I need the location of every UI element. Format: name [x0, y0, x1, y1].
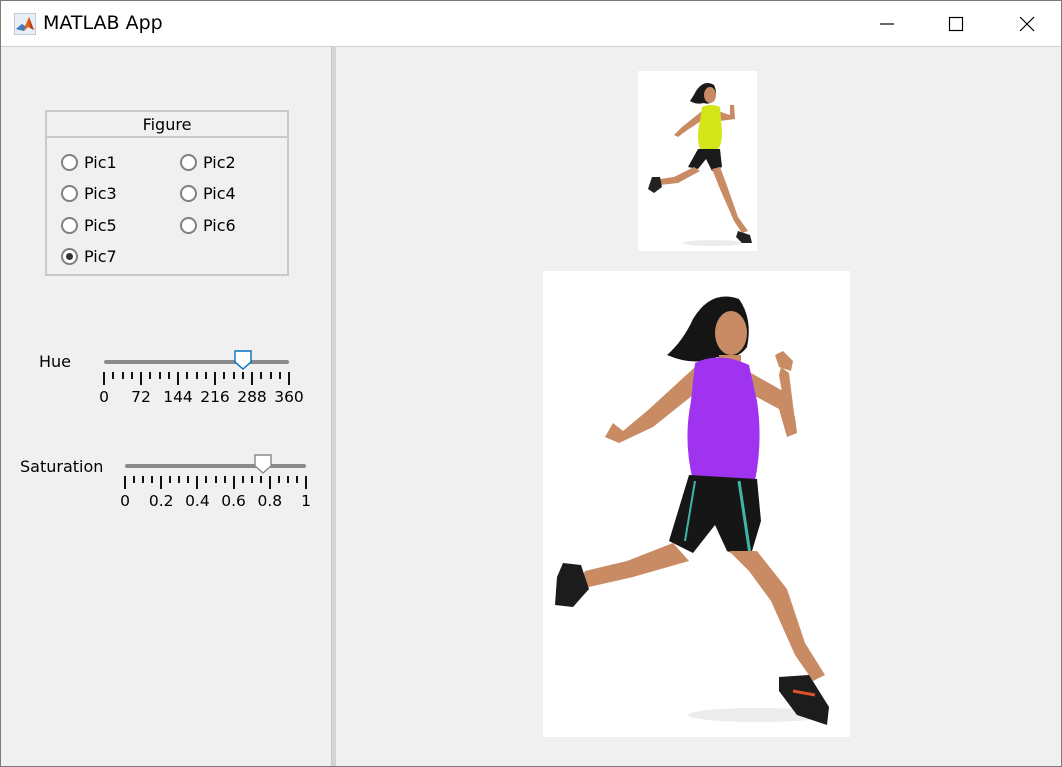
saturation_slider-tick	[295, 476, 298, 483]
saturation_slider-tick	[187, 476, 190, 483]
radio-pic6[interactable]: Pic6	[180, 216, 236, 235]
hue-label: Hue	[39, 352, 72, 371]
saturation_slider-tick	[124, 476, 126, 489]
saturation_slider-tick	[160, 476, 163, 489]
maximize-icon	[948, 16, 964, 31]
saturation_slider-tick-label: 0.6	[221, 492, 246, 510]
radio-indicator	[61, 217, 78, 234]
hue_slider-tick-label: 72	[131, 388, 151, 406]
saturation_slider-tick	[205, 476, 208, 483]
hue_slider-tick	[232, 372, 235, 379]
saturation-label: Saturation	[20, 457, 104, 476]
hue_slider-tick-label: 0	[99, 388, 109, 406]
hue_slider-tick	[269, 372, 272, 379]
original-image	[638, 71, 757, 251]
radio-indicator	[180, 217, 197, 234]
saturation_slider-tick	[277, 476, 280, 483]
hue_slider-tick	[195, 372, 198, 379]
runner-photo-original-icon	[638, 71, 757, 251]
hue_slider-tick	[177, 372, 179, 385]
title-bar: MATLAB App	[1, 1, 1061, 47]
hue_slider-tick	[223, 372, 226, 379]
hue_slider-tick	[241, 372, 244, 379]
radio-label: Pic4	[203, 184, 236, 203]
figure-group-title: Figure	[47, 112, 287, 138]
hue_slider-tick	[288, 372, 290, 385]
saturation_slider-thumb[interactable]	[253, 454, 272, 474]
radio-indicator	[180, 154, 197, 171]
saturation_slider-tick	[223, 476, 226, 483]
saturation_slider-tick	[250, 476, 253, 483]
hue_slider-track[interactable]	[104, 360, 289, 364]
hue_slider-tick	[149, 372, 152, 379]
saturation_slider-tick	[151, 476, 154, 483]
hue_slider-tick-label: 360	[274, 388, 304, 406]
radio-indicator	[180, 185, 197, 202]
hue_slider-tick-label: 288	[237, 388, 267, 406]
radio-pic4[interactable]: Pic4	[180, 184, 236, 203]
processed-image	[543, 271, 850, 737]
hue_slider-tick	[278, 372, 281, 379]
close-button[interactable]	[1004, 1, 1050, 46]
radio-pic5[interactable]: Pic5	[61, 216, 117, 235]
control-panel: Figure Pic1 Pic2 Pic3 Pic4 Pic5 Pic6 Pic…	[1, 47, 331, 766]
saturation_slider-tick	[133, 476, 136, 483]
radio-label: Pic1	[84, 153, 117, 172]
radio-label: Pic7	[84, 247, 117, 266]
app-window: MATLAB App Figure Pic1 Pic2 Pic3 Pic4 Pi…	[0, 0, 1062, 767]
radio-pic7[interactable]: Pic7	[61, 247, 117, 266]
hue_slider-tick	[214, 372, 216, 385]
hue_slider-tick	[121, 372, 124, 379]
minimize-button[interactable]	[864, 1, 910, 46]
saturation_slider-tick	[214, 476, 217, 483]
figure-button-group: Figure Pic1 Pic2 Pic3 Pic4 Pic5 Pic6 Pic…	[45, 110, 289, 276]
saturation_slider-tick	[142, 476, 145, 483]
window-title: MATLAB App	[43, 12, 163, 34]
saturation_slider-tick	[178, 476, 181, 483]
radio-pic1[interactable]: Pic1	[61, 153, 117, 172]
runner-photo-processed-icon	[543, 271, 850, 737]
saturation_slider-tick	[196, 476, 199, 489]
hue_slider-thumb[interactable]	[234, 350, 252, 370]
close-icon	[1019, 16, 1035, 31]
saturation_slider-tick-label: 1	[301, 492, 311, 510]
saturation_slider-tick	[286, 476, 289, 483]
hue_slider-tick-label: 144	[163, 388, 193, 406]
saturation_slider-tick	[305, 476, 307, 489]
hue_slider-tick	[158, 372, 161, 379]
saturation_slider-tick	[169, 476, 172, 483]
minimize-icon	[880, 22, 894, 25]
saturation_slider-tick-label: 0.8	[257, 492, 283, 510]
hue_slider-tick-label: 216	[200, 388, 230, 406]
hue_slider-tick	[251, 372, 253, 385]
saturation_slider-tick-label: 0.4	[185, 492, 210, 510]
radio-pic3[interactable]: Pic3	[61, 184, 117, 203]
hue_slider-tick	[186, 372, 189, 379]
hue_slider-tick	[103, 372, 105, 385]
radio-label: Pic2	[203, 153, 236, 172]
radio-label: Pic5	[84, 216, 117, 235]
hue_slider-tick	[130, 372, 133, 379]
saturation_slider-tick	[268, 476, 271, 489]
saturation_slider-tick	[259, 476, 262, 483]
saturation_slider-tick-label: 0	[120, 492, 130, 510]
saturation_slider-track[interactable]	[125, 464, 306, 468]
radio-indicator	[61, 248, 78, 265]
maximize-button[interactable]	[933, 1, 979, 46]
hue_slider-tick	[260, 372, 263, 379]
saturation_slider-tick	[232, 476, 235, 489]
image-panel	[336, 47, 1061, 766]
matlab-logo-icon	[14, 13, 36, 35]
radio-label: Pic6	[203, 216, 236, 235]
radio-indicator	[61, 154, 78, 171]
hue_slider-tick	[140, 372, 142, 385]
hue_slider-tick	[204, 372, 207, 379]
saturation_slider-tick-label: 0.2	[148, 492, 174, 510]
radio-pic2[interactable]: Pic2	[180, 153, 236, 172]
hue_slider-tick	[112, 372, 115, 379]
hue_slider-tick	[167, 372, 170, 379]
saturation_slider-tick	[241, 476, 244, 483]
radio-indicator	[61, 185, 78, 202]
radio-label: Pic3	[84, 184, 117, 203]
